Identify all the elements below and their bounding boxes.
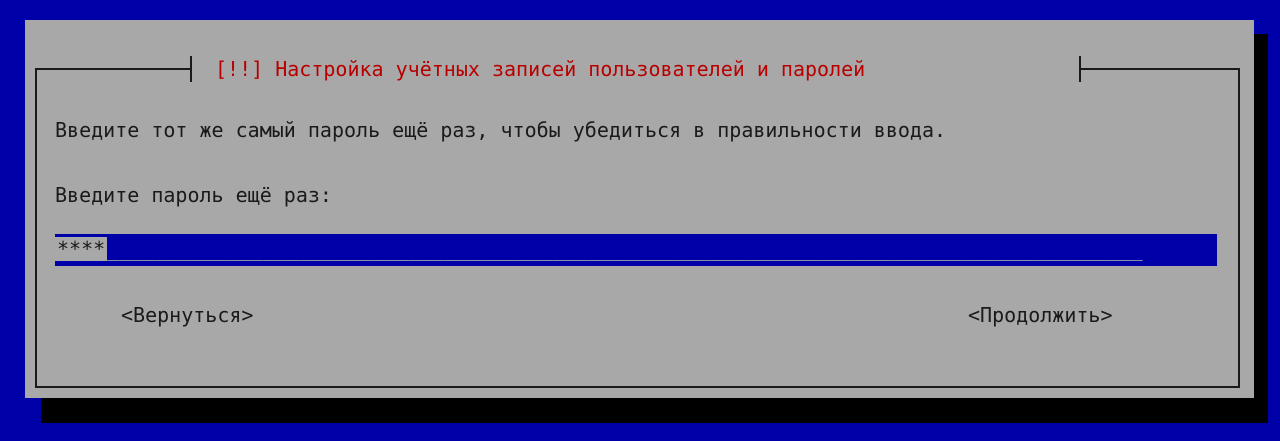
back-button[interactable]: <Вернуться> — [121, 303, 253, 327]
description-text: Введите тот же самый пароль ещё раз, что… — [55, 118, 947, 142]
frame-top-border-right — [1079, 68, 1240, 70]
title-separator-left — [190, 56, 192, 82]
password-prompt-label: Введите пароль ещё раз: — [55, 183, 332, 207]
installer-dialog: [!!] Настройка учётных записей пользоват… — [25, 20, 1254, 398]
dialog-shadow-right — [1254, 34, 1268, 423]
password-field-filler: ________________________________________… — [107, 237, 1143, 261]
dialog-frame — [35, 68, 1240, 388]
dialog-title: [!!] Настройка учётных записей пользоват… — [215, 57, 866, 81]
dialog-shadow-bottom — [41, 397, 1268, 423]
title-separator-right — [1079, 56, 1081, 82]
frame-top-border-left — [35, 68, 192, 70]
password-masked-value: **** — [55, 236, 108, 261]
password-confirm-input[interactable]: **** ____________________________________… — [55, 234, 1217, 266]
continue-button[interactable]: <Продолжить> — [968, 303, 1113, 327]
